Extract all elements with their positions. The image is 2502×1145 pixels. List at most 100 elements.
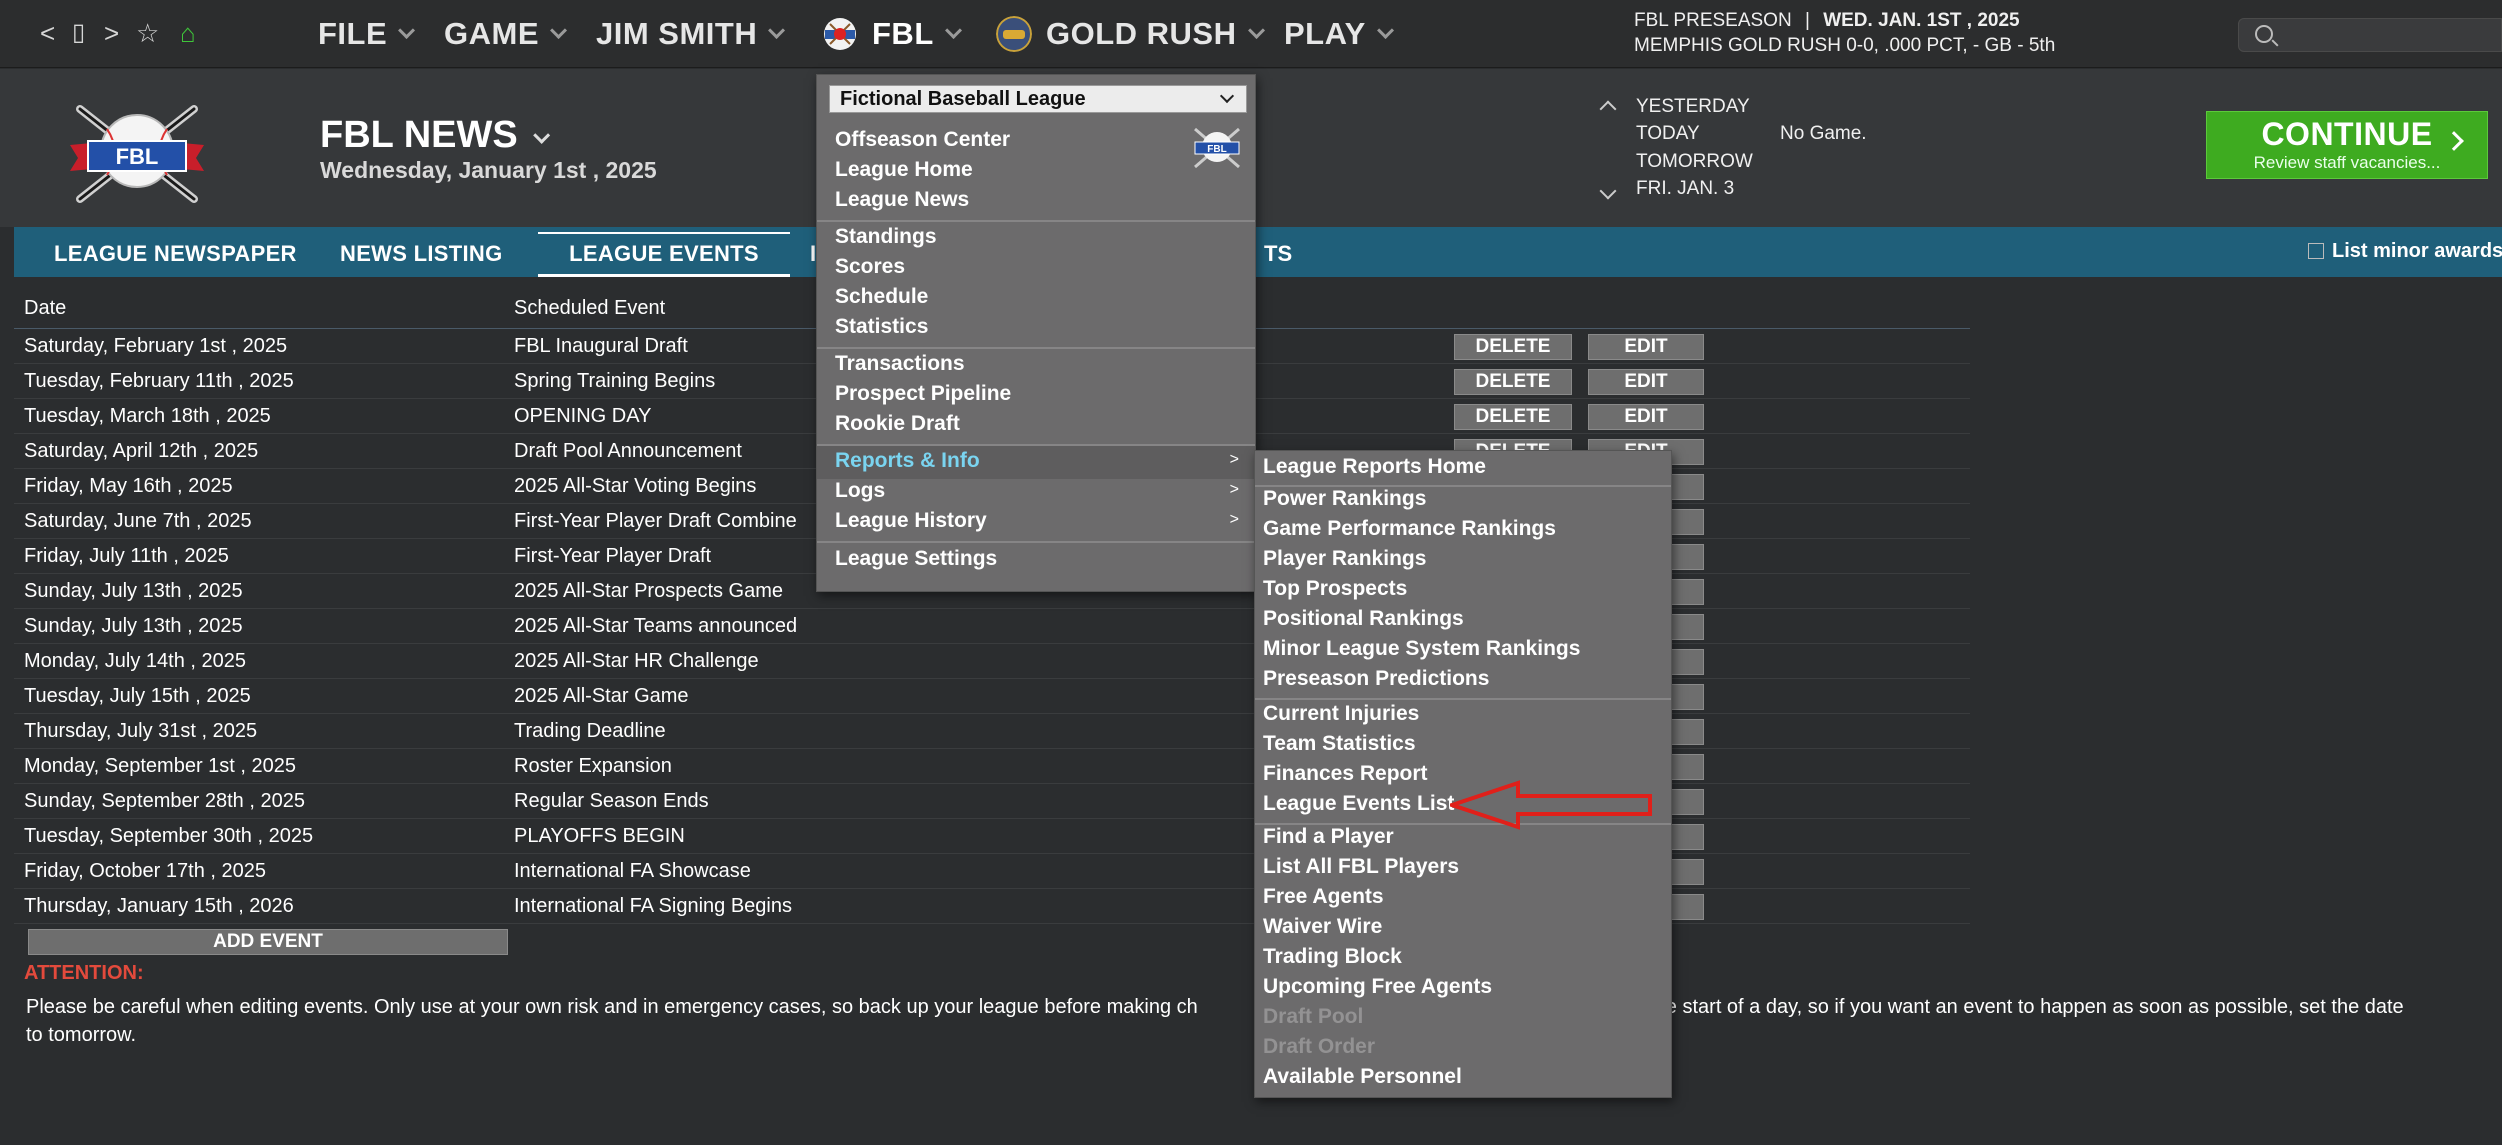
event-date: Tuesday, February 11th , 2025 [24, 370, 294, 392]
menu-item-transactions[interactable]: Transactions [835, 352, 965, 376]
submenu-item-find-a-player[interactable]: Find a Player [1263, 825, 1394, 849]
column-header-date: Date [24, 297, 67, 319]
reports-submenu: League Reports Home Power Rankings Game … [1254, 450, 1672, 1098]
event-name: Spring Training Begins [514, 370, 716, 392]
table-row: Thursday, July 31st , 2025 Trading Deadli… [14, 714, 1970, 749]
home-icon[interactable]: ⌂ [180, 16, 196, 50]
menu-item-scores[interactable]: Scores [835, 255, 905, 279]
event-date: Thursday, January 15th , 2026 [24, 895, 294, 917]
submenu-item-free-agents[interactable]: Free Agents [1263, 885, 1384, 909]
menu-item-reports-info[interactable]: Reports & Info [835, 449, 980, 473]
event-name: International FA Showcase [514, 860, 751, 882]
tab-news-listing[interactable]: NEWS LISTING [340, 227, 503, 277]
chevron-down-icon [944, 21, 962, 39]
fbl-dropdown-menu: Fictional Baseball League FBL Offseason … [816, 74, 1256, 592]
fbl-league-logo: FBL [70, 105, 204, 203]
menu-item-league-home[interactable]: League Home [835, 158, 973, 182]
event-date: Sunday, July 13th , 2025 [24, 580, 243, 602]
continue-button[interactable]: CONTINUE Review staff vacancies... [2206, 111, 2488, 179]
delete-button[interactable]: DELETE [1454, 369, 1572, 395]
submenu-item-league-reports-home[interactable]: League Reports Home [1263, 455, 1486, 479]
event-name: First-Year Player Draft [514, 545, 712, 567]
event-date: Sunday, September 28th , 2025 [24, 790, 305, 812]
chevron-right-icon: > [1229, 511, 1239, 528]
tab-partial-right[interactable]: TS [1264, 227, 1292, 277]
submenu-item-trading-block[interactable]: Trading Block [1263, 945, 1402, 969]
edit-button[interactable]: EDIT [1588, 404, 1704, 430]
submenu-item-team-statistics[interactable]: Team Statistics [1263, 732, 1416, 756]
submenu-item-finances-report[interactable]: Finances Report [1263, 762, 1428, 786]
submenu-item-player-rankings[interactable]: Player Rankings [1263, 547, 1426, 571]
menu-jim-smith[interactable]: JIM SMITH [596, 12, 786, 56]
submenu-item-game-performance-rankings[interactable]: Game Performance Rankings [1263, 517, 1556, 541]
menu-gold-rush-label: GOLD RUSH [1046, 16, 1237, 51]
submenu-item-current-injuries[interactable]: Current Injuries [1263, 702, 1419, 726]
submenu-item-waiver-wire[interactable]: Waiver Wire [1263, 915, 1382, 939]
menu-game-label: GAME [444, 16, 539, 51]
submenu-item-upcoming-free-agents[interactable]: Upcoming Free Agents [1263, 975, 1492, 999]
page-icon[interactable]: ▯ [72, 16, 85, 50]
menu-item-offseason-center[interactable]: Offseason Center [835, 128, 1010, 152]
chevron-down-icon [398, 21, 416, 39]
chevron-down-icon [1247, 21, 1265, 39]
checkbox[interactable] [2308, 243, 2324, 259]
submenu-item-top-prospects[interactable]: Top Prospects [1263, 577, 1407, 601]
delete-button[interactable]: DELETE [1454, 334, 1572, 360]
event-date: Sunday, July 13th , 2025 [24, 615, 243, 637]
column-header-event: Scheduled Event [514, 297, 666, 319]
current-date: WED. JAN. 1ST , 2025 [1823, 10, 2020, 31]
league-status: FBL PRESEASON | WED. JAN. 1ST , 2025 [1634, 10, 2020, 32]
day-yesterday[interactable]: YESTERDAY [1636, 96, 1750, 118]
delete-button[interactable]: DELETE [1454, 404, 1572, 430]
menu-game[interactable]: GAME [444, 12, 568, 56]
forward-icon[interactable]: > [104, 16, 119, 50]
submenu-item-minor-league-system-rankings[interactable]: Minor League System Rankings [1263, 637, 1580, 661]
chevron-right-icon: > [1229, 451, 1239, 468]
tab-league-events[interactable]: LEAGUE EVENTS [538, 232, 790, 277]
menu-fbl[interactable]: FBL [822, 12, 962, 56]
menu-item-schedule[interactable]: Schedule [835, 285, 928, 309]
event-name: Regular Season Ends [514, 790, 709, 812]
submenu-item-power-rankings[interactable]: Power Rankings [1263, 487, 1426, 511]
event-date: Thursday, July 31st , 2025 [24, 720, 258, 742]
submenu-item-positional-rankings[interactable]: Positional Rankings [1263, 607, 1464, 631]
submenu-item-preseason-predictions[interactable]: Preseason Predictions [1263, 667, 1489, 691]
event-name: Trading Deadline [514, 720, 666, 742]
menu-fbl-label: FBL [872, 16, 934, 51]
event-date: Tuesday, July 15th , 2025 [24, 685, 251, 707]
submenu-item-list-all-fbl-players[interactable]: List All FBL Players [1263, 855, 1459, 879]
menu-item-prospect-pipeline[interactable]: Prospect Pipeline [835, 382, 1011, 406]
menu-gold-rush[interactable]: GOLD RUSH [996, 12, 1265, 56]
league-select[interactable]: Fictional Baseball League [829, 85, 1247, 113]
tab-league-newspaper[interactable]: LEAGUE NEWSPAPER [54, 227, 297, 277]
add-event-button[interactable]: ADD EVENT [28, 929, 508, 955]
star-icon[interactable]: ☆ [136, 16, 159, 50]
submenu-item-league-events-list[interactable]: League Events List [1263, 792, 1454, 816]
menu-item-league-news[interactable]: League News [835, 188, 969, 212]
edit-button[interactable]: EDIT [1588, 369, 1704, 395]
event-name: 2025 All-Star Prospects Game [514, 580, 784, 602]
chevron-up-icon[interactable] [1599, 100, 1617, 118]
fbl-logo-icon [824, 18, 856, 50]
menu-divider [817, 220, 1255, 222]
day-today[interactable]: TODAY [1636, 123, 1700, 145]
menu-file[interactable]: FILE [318, 12, 416, 56]
chevron-down-icon[interactable] [1599, 182, 1617, 200]
menu-item-league-history[interactable]: League History [835, 509, 987, 533]
menu-item-logs[interactable]: Logs [835, 479, 885, 503]
list-minor-awards-toggle[interactable]: List minor awards [2308, 240, 2502, 263]
submenu-item-available-personnel[interactable]: Available Personnel [1263, 1065, 1462, 1089]
menu-item-rookie-draft[interactable]: Rookie Draft [835, 412, 960, 436]
menu-play[interactable]: PLAY [1284, 12, 1394, 56]
event-date: Saturday, June 7th , 2025 [24, 510, 252, 532]
page-title[interactable]: FBL NEWS [320, 114, 550, 157]
back-icon[interactable]: < [40, 16, 55, 50]
edit-button[interactable]: EDIT [1588, 334, 1704, 360]
menu-item-league-settings[interactable]: League Settings [835, 547, 997, 571]
menu-item-standings[interactable]: Standings [835, 225, 937, 249]
day-tomorrow[interactable]: TOMORROW [1636, 151, 1753, 173]
search-input[interactable] [2238, 18, 2502, 52]
event-name: PLAYOFFS BEGIN [514, 825, 685, 847]
day-fri-jan-3[interactable]: FRI. JAN. 3 [1636, 178, 1734, 200]
menu-item-statistics[interactable]: Statistics [835, 315, 928, 339]
